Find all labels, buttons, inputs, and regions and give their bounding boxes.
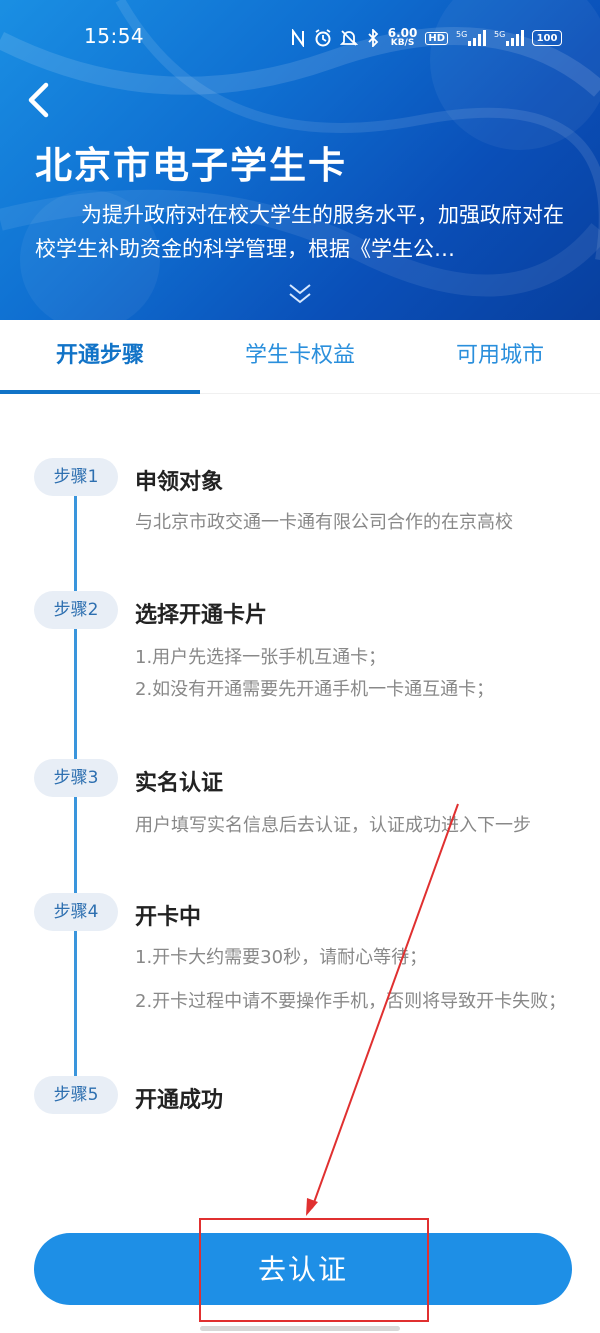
- battery-icon: 100: [532, 30, 562, 46]
- step-description: 2.如没有开通需要先开通手机一卡通互通卡；: [135, 679, 495, 700]
- bluetooth-icon: [366, 29, 380, 47]
- header-banner: 15:54 6.00 KB/S HD 5G 5G 100 北京市电子学生卡 为提…: [0, 0, 600, 320]
- chevron-left-icon: [28, 82, 49, 118]
- alarm-icon: [314, 29, 332, 47]
- expand-description-button[interactable]: [285, 282, 315, 306]
- step-title: 申领对象: [135, 470, 224, 495]
- status-time: 15:54: [84, 24, 145, 48]
- page-title: 北京市电子学生卡: [35, 144, 347, 187]
- step-badge: 步骤3: [34, 759, 118, 797]
- status-bar: 15:54 6.00 KB/S HD 5G 5G 100: [0, 0, 600, 76]
- step-title: 实名认证: [135, 771, 224, 796]
- network-speed: 6.00 KB/S: [387, 26, 418, 48]
- step-description: 与北京市政交通一卡通有限公司合作的在京高校: [135, 512, 513, 533]
- step-description: 用户填写实名信息后去认证，认证成功进入下一步: [135, 815, 531, 836]
- step-badge: 步骤4: [34, 893, 118, 931]
- signal-icon-sim2: 5G: [494, 29, 524, 47]
- tab-benefits[interactable]: 学生卡权益: [200, 320, 400, 393]
- annotation-highlight-box: [199, 1218, 429, 1322]
- steps-list: 步骤1 申领对象 与北京市政交通一卡通有限公司合作的在京高校 步骤2 选择开通卡…: [0, 393, 600, 1213]
- back-button[interactable]: [18, 80, 58, 120]
- step-title: 开通成功: [135, 1088, 224, 1113]
- tab-steps[interactable]: 开通步骤: [0, 320, 200, 393]
- step-badge: 步骤1: [34, 458, 118, 496]
- hd-badge: HD: [425, 31, 448, 45]
- step-title: 开卡中: [135, 905, 202, 930]
- network-speed-value: 6.00: [387, 26, 418, 40]
- double-chevron-down-icon: [289, 284, 311, 304]
- step-badge: 步骤2: [34, 591, 118, 629]
- page-description: 为提升政府对在校大学生的服务水平，加强政府对在校学生补助资金的科学管理，根据《学…: [35, 203, 564, 261]
- signal-icon-sim1: 5G: [456, 29, 486, 47]
- svg-text:5G: 5G: [456, 30, 467, 39]
- nfc-icon: [290, 29, 306, 47]
- step-description: 1.开卡大约需要30秒，请耐心等待；: [135, 947, 428, 968]
- network-speed-unit: KB/S: [390, 38, 415, 48]
- step-description: 1.用户先选择一张手机互通卡；: [135, 647, 387, 668]
- step-title: 选择开通卡片: [135, 603, 268, 628]
- step-badge: 步骤5: [34, 1076, 118, 1114]
- tab-cities[interactable]: 可用城市: [400, 320, 600, 393]
- tab-bar: 开通步骤 学生卡权益 可用城市: [0, 320, 600, 394]
- mute-icon: [339, 29, 358, 47]
- home-indicator: [200, 1326, 400, 1331]
- status-icons: 6.00 KB/S HD 5G 5G 100: [290, 24, 562, 52]
- svg-text:5G: 5G: [494, 30, 505, 39]
- step-description: 2.开卡过程中请不要操作手机，否则将导致开卡失败；: [135, 991, 567, 1012]
